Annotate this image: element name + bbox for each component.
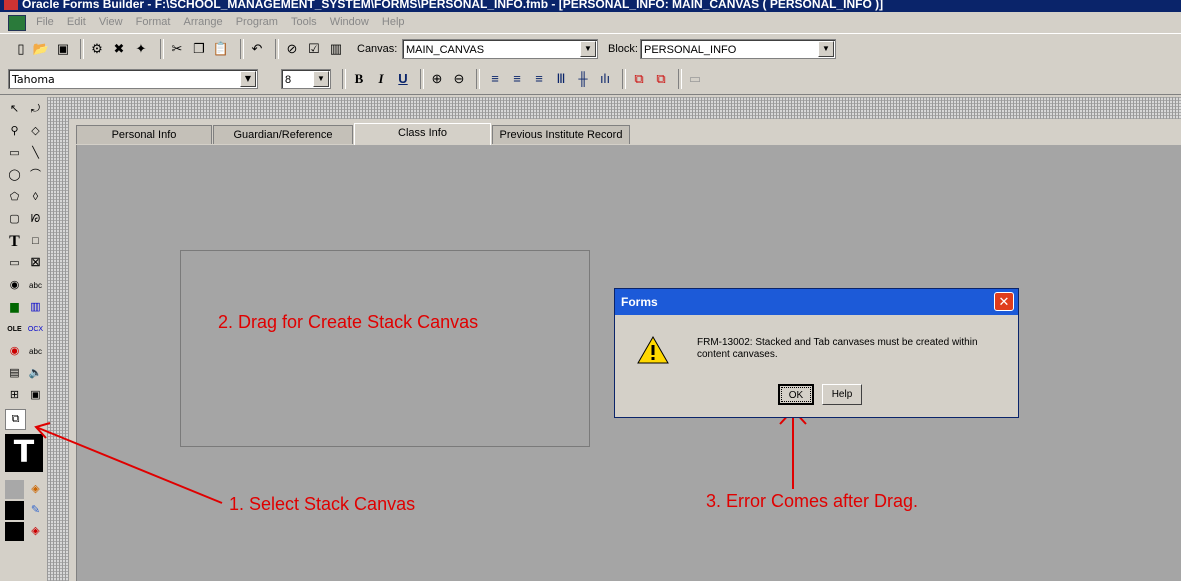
- arrow-line-step-1: [35, 426, 223, 504]
- dialog-title: Forms: [615, 289, 1018, 315]
- dialog-message: FRM-13002: Stacked and Tab canvases must…: [697, 337, 978, 360]
- ok-button[interactable]: OK: [778, 384, 814, 405]
- warning-icon: [637, 335, 669, 364]
- error-dialog: Forms ✕ FRM-13002: Stacked and Tab canva…: [614, 288, 1019, 418]
- help-button[interactable]: Help: [822, 384, 862, 405]
- close-icon[interactable]: ✕: [994, 292, 1014, 311]
